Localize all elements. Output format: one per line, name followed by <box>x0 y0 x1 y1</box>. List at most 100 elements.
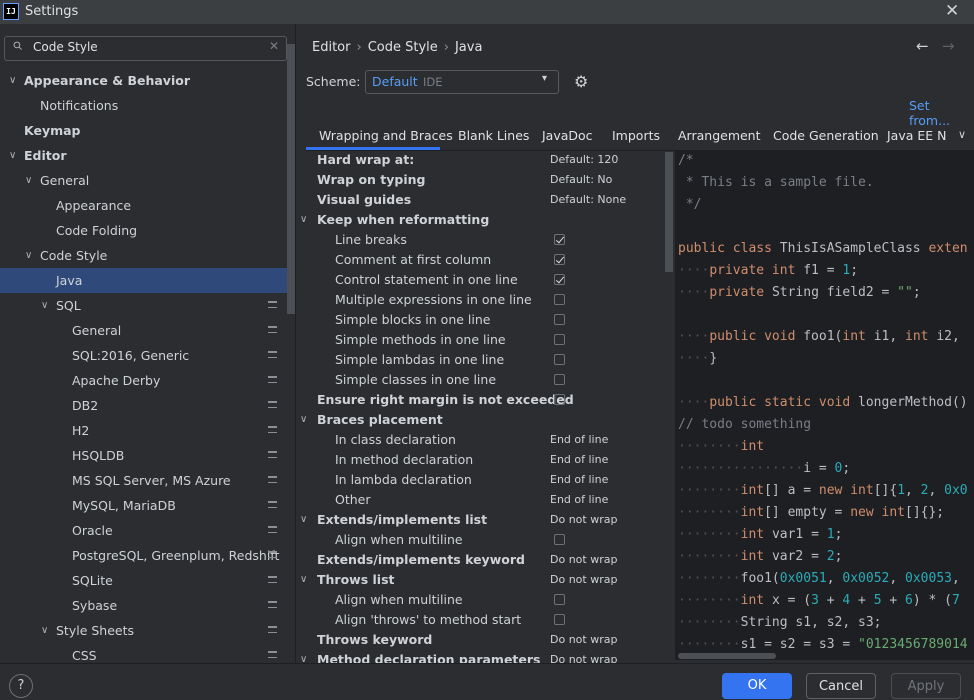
preview-horizontal-scrollbar[interactable] <box>678 653 776 659</box>
option-value[interactable]: Do not wrap <box>550 510 617 530</box>
option-row[interactable]: Align 'throws' to method start <box>296 610 672 630</box>
option-value[interactable]: End of line <box>550 490 608 510</box>
forward-arrow-icon[interactable]: → <box>942 37 955 55</box>
option-value[interactable]: Default: No <box>550 170 612 190</box>
tab-imports[interactable]: Imports <box>612 128 660 143</box>
sidebar-item[interactable]: General <box>0 318 295 343</box>
option-row[interactable]: Visual guides Default: None <box>296 190 672 210</box>
search-input[interactable]: Code Style <box>33 40 98 54</box>
option-row[interactable]: Comment at first column <box>296 250 672 270</box>
sidebar-item[interactable]: SQL:2016, Generic <box>0 343 295 368</box>
option-checkbox[interactable] <box>554 534 565 545</box>
tab-arrangement[interactable]: Arrangement <box>678 128 761 143</box>
option-value[interactable]: Default: None <box>550 190 626 210</box>
option-checkbox[interactable] <box>554 334 565 345</box>
sidebar-item[interactable]: ∨ SQL <box>0 293 295 318</box>
option-row[interactable]: Extends/implements keyword Do not wrap <box>296 550 672 570</box>
option-checkbox[interactable] <box>554 354 565 365</box>
chevron-down-icon[interactable]: ∨ <box>41 618 48 643</box>
chevron-down-icon[interactable]: ∨ <box>300 570 307 590</box>
chevron-down-icon[interactable]: ∨ <box>25 243 32 268</box>
option-checkbox[interactable] <box>554 594 565 605</box>
close-icon[interactable]: ✕ <box>945 1 959 21</box>
tab-java-ee-names[interactable]: Java EE N <box>887 128 947 143</box>
chevron-down-icon[interactable]: ∨ <box>300 410 307 430</box>
chevron-down-icon[interactable]: ∨ <box>9 143 16 168</box>
sidebar-item[interactable]: MS SQL Server, MS Azure <box>0 468 295 493</box>
sidebar-item[interactable]: Notifications <box>0 93 295 118</box>
sidebar-item[interactable]: Code Folding <box>0 218 295 243</box>
chevron-down-icon[interactable]: ∨ <box>41 293 48 318</box>
option-checkbox[interactable] <box>554 254 565 265</box>
option-row[interactable]: In class declaration End of line <box>296 430 672 450</box>
option-checkbox[interactable] <box>554 614 565 625</box>
option-checkbox[interactable] <box>554 294 565 305</box>
option-value[interactable]: Default: 120 <box>550 150 618 170</box>
chevron-down-icon[interactable]: ∨ <box>25 168 32 193</box>
option-row[interactable]: Ensure right margin is not exceeded <box>296 390 672 410</box>
option-row[interactable]: ∨ Braces placement <box>296 410 672 430</box>
tab-javadoc[interactable]: JavaDoc <box>542 128 593 143</box>
option-row[interactable]: ∨ Throws list Do not wrap <box>296 570 672 590</box>
option-row[interactable]: Multiple expressions in one line <box>296 290 672 310</box>
option-row[interactable]: ∨ Keep when reformatting <box>296 210 672 230</box>
option-value[interactable]: End of line <box>550 450 608 470</box>
chevron-down-icon[interactable]: ∨ <box>958 128 966 141</box>
sidebar-item[interactable]: PostgreSQL, Greenplum, Redshift <box>0 543 295 568</box>
sidebar-item[interactable]: Appearance <box>0 193 295 218</box>
chevron-down-icon[interactable]: ∨ <box>300 210 307 230</box>
option-value[interactable]: Do not wrap <box>550 630 617 650</box>
options-scrollbar[interactable] <box>665 152 673 272</box>
ok-button[interactable]: OK <box>722 673 792 699</box>
option-row[interactable]: Wrap on typing Default: No <box>296 170 672 190</box>
option-row[interactable]: Hard wrap at: Default: 120 <box>296 150 672 170</box>
help-icon[interactable]: ? <box>9 674 33 698</box>
sidebar-item[interactable]: ∨ General <box>0 168 295 193</box>
sidebar-item[interactable]: SQLite <box>0 568 295 593</box>
option-checkbox[interactable] <box>554 394 565 405</box>
sidebar-item[interactable]: Apache Derby <box>0 368 295 393</box>
cancel-button[interactable]: Cancel <box>806 673 876 699</box>
tab-code-generation[interactable]: Code Generation <box>773 128 879 143</box>
sidebar-item[interactable]: ∨ Editor <box>0 143 295 168</box>
sidebar-item[interactable]: ∨ Style Sheets <box>0 618 295 643</box>
sidebar-item[interactable]: DB2 <box>0 393 295 418</box>
option-row[interactable]: Align when multiline <box>296 530 672 550</box>
option-row[interactable]: In lambda declaration End of line <box>296 470 672 490</box>
tab-blank-lines[interactable]: Blank Lines <box>458 128 529 143</box>
option-row[interactable]: ∨ Extends/implements list Do not wrap <box>296 510 672 530</box>
chevron-down-icon[interactable]: ∨ <box>9 68 16 93</box>
tab-wrapping-and-braces[interactable]: Wrapping and Braces <box>319 128 453 143</box>
search-field[interactable]: Code Style ✕ <box>4 36 287 61</box>
back-arrow-icon[interactable]: ← <box>916 37 929 55</box>
option-value[interactable]: Do not wrap <box>550 570 617 590</box>
option-checkbox[interactable] <box>554 374 565 385</box>
sidebar-item[interactable]: MySQL, MariaDB <box>0 493 295 518</box>
option-row[interactable]: Simple blocks in one line <box>296 310 672 330</box>
apply-button[interactable]: Apply <box>891 673 961 699</box>
option-row[interactable]: Align when multiline <box>296 590 672 610</box>
sidebar-item[interactable]: ∨ Code Style <box>0 243 295 268</box>
option-value[interactable]: End of line <box>550 430 608 450</box>
clear-search-icon[interactable]: ✕ <box>269 39 279 53</box>
option-row[interactable]: Simple classes in one line <box>296 370 672 390</box>
sidebar-item[interactable]: H2 <box>0 418 295 443</box>
option-row[interactable]: Throws keyword Do not wrap <box>296 630 672 650</box>
sidebar-item[interactable]: Sybase <box>0 593 295 618</box>
option-checkbox[interactable] <box>554 314 565 325</box>
option-checkbox[interactable] <box>554 234 565 245</box>
option-checkbox[interactable] <box>554 274 565 285</box>
option-row[interactable]: Control statement in one line <box>296 270 672 290</box>
option-value[interactable]: Do not wrap <box>550 550 617 570</box>
sidebar-item[interactable]: Java <box>0 268 295 293</box>
sidebar-scrollbar[interactable] <box>287 44 295 314</box>
chevron-down-icon[interactable]: ∨ <box>300 510 307 530</box>
gear-icon[interactable]: ⚙ <box>574 72 588 91</box>
option-row[interactable]: In method declaration End of line <box>296 450 672 470</box>
option-row[interactable]: Simple methods in one line <box>296 330 672 350</box>
sidebar-item[interactable]: ∨ Appearance & Behavior <box>0 68 295 93</box>
sidebar-item[interactable]: Keymap <box>0 118 295 143</box>
sidebar-item[interactable]: Oracle <box>0 518 295 543</box>
option-row[interactable]: Other End of line <box>296 490 672 510</box>
option-row[interactable]: Simple lambdas in one line <box>296 350 672 370</box>
